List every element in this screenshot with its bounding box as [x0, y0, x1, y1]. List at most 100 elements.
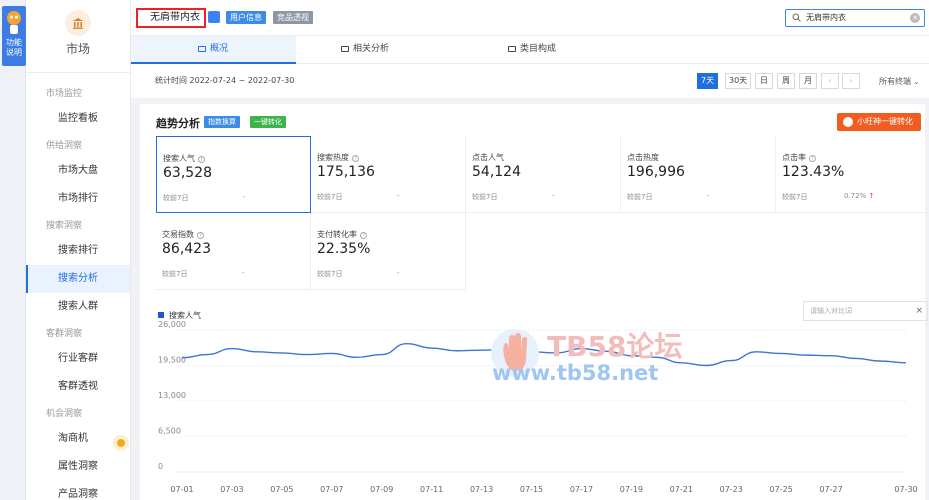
- metric-card-click-heat[interactable]: 点击热度 196,996 较前7日 -: [621, 136, 776, 213]
- sidebar-item-industry-customer[interactable]: 行业客群: [26, 345, 130, 373]
- help-icon[interactable]: ?: [360, 232, 367, 239]
- help-label-2: 说明: [6, 48, 22, 57]
- x-tick-label: 07-25: [770, 485, 793, 494]
- metric-card-search-heat[interactable]: 搜索热度? 175,136 较前7日 -: [311, 136, 466, 213]
- sidebar-item-monitor-board[interactable]: 监控看板: [26, 105, 130, 133]
- sidebar-item-product[interactable]: 产品洞察: [26, 481, 130, 500]
- help-icon[interactable]: ?: [197, 232, 204, 239]
- range-7d-button[interactable]: 7天: [697, 73, 719, 89]
- x-tick-label: 07-07: [320, 485, 343, 494]
- tab-related[interactable]: 相关分析: [341, 36, 389, 64]
- metric-label: 点击热度: [627, 152, 659, 163]
- competitor-tag[interactable]: 竞品透视: [273, 11, 313, 24]
- tab-label: 概况: [210, 44, 229, 54]
- x-tick-label: 07-23: [720, 485, 743, 494]
- sidebar-brand[interactable]: 市场: [26, 0, 130, 64]
- metric-label: 点击率?: [782, 152, 816, 163]
- trend-chart[interactable]: 0 6,500 13,000 19,500 26,000 07-01 07-03 07-05 0…: [140, 320, 925, 500]
- one-click-convert-tag[interactable]: 一键转化: [250, 116, 286, 128]
- metric-card-click-rate[interactable]: 点击率? 123.43% 较前7日 0.72% ↑: [776, 136, 925, 213]
- left-strip: 功能 说明: [0, 0, 26, 500]
- sidebar-item-market-rank[interactable]: 市场排行: [26, 185, 130, 213]
- metric-label-text: 交易指数: [162, 230, 194, 239]
- metric-card-trade-index[interactable]: 交易指数? 86,423 较前7日 -: [156, 213, 311, 290]
- metric-value: 86,423: [162, 241, 211, 257]
- section-opportunity: 机会洞察: [46, 409, 83, 419]
- help-label-1: 功能: [6, 38, 22, 47]
- sidebar: 市场 市场监控 监控看板 供给洞察 市场大盘 市场排行 搜索洞察 搜索排行 搜索…: [26, 0, 131, 500]
- help-button[interactable]: 功能 说明: [2, 6, 26, 66]
- compare-word-input[interactable]: 请输入对比词 ×: [803, 301, 928, 321]
- metric-compare-value: -: [397, 192, 400, 200]
- metric-compare-label: 较前7日: [627, 193, 653, 201]
- metric-compare-label: 较前7日: [317, 193, 343, 201]
- prev-button[interactable]: ‹: [821, 73, 839, 89]
- search-icon: [792, 13, 801, 22]
- metric-label-text: 搜索热度: [317, 153, 349, 162]
- app-root: 功能 说明 市场 市场监控 监控看板 供给洞察 市场大盘 市场排行 搜索洞察 搜…: [0, 0, 929, 500]
- close-icon[interactable]: ×: [915, 302, 923, 320]
- market-icon: [65, 10, 91, 36]
- metric-card-pay-conversion[interactable]: 支付转化率? 22.35% 较前7日 -: [311, 213, 466, 290]
- terminal-select[interactable]: 所有终端 ⌄: [879, 76, 919, 87]
- metric-value: 196,996: [627, 164, 685, 180]
- next-button[interactable]: ›: [842, 73, 860, 89]
- y-tick-label: 0: [158, 462, 163, 471]
- tab-category[interactable]: 类目构成: [508, 36, 556, 64]
- tab-icon: [508, 46, 516, 52]
- metric-card-search-popularity[interactable]: 搜索人气? 63,528 较前7日 -: [156, 136, 311, 213]
- metric-value: 54,124: [472, 164, 521, 180]
- range-day-button[interactable]: 日: [755, 73, 773, 89]
- metric-label-text: 搜索人气: [163, 154, 195, 163]
- x-tick-label: 07-09: [370, 485, 393, 494]
- x-tick-label: 07-17: [570, 485, 593, 494]
- metric-value: 123.43%: [782, 164, 845, 180]
- metric-label: 支付转化率?: [317, 229, 367, 240]
- help-icon[interactable]: ?: [198, 156, 205, 163]
- header-bar: 无肩带内衣 用户信息 竞品透视 无肩带内衣 ✕: [131, 0, 929, 36]
- tab-overview[interactable]: 概况: [198, 36, 228, 64]
- index-convert-tag[interactable]: 指数换算: [204, 116, 240, 128]
- keyword-box[interactable]: 无肩带内衣: [136, 8, 206, 28]
- user-info-tag[interactable]: 用户信息: [226, 11, 266, 24]
- range-week-button[interactable]: 周: [777, 73, 795, 89]
- orange-button-label: 小旺神一键转化: [857, 117, 913, 126]
- settings-icon[interactable]: [208, 11, 220, 23]
- xiaowang-convert-button[interactable]: 小旺神一键转化: [837, 113, 921, 131]
- metric-card-click-popularity[interactable]: 点击人气 54,124 较前7日 -: [466, 136, 621, 213]
- tab-icon: [341, 46, 349, 52]
- metric-compare-value: -: [707, 192, 710, 200]
- stat-time: 统计时间 2022-07-24 ~ 2022-07-30: [155, 76, 295, 85]
- x-tick-label: 07-13: [470, 485, 493, 494]
- series-line: [181, 342, 907, 367]
- metric-compare-label: 较前7日: [782, 193, 808, 201]
- sidebar-item-attribute[interactable]: 属性洞察: [26, 453, 130, 481]
- search-input[interactable]: 无肩带内衣 ✕: [785, 9, 925, 27]
- metric-value: 175,136: [317, 164, 375, 180]
- metric-compare-label: 较前7日: [317, 270, 343, 278]
- sidebar-item-market-overview[interactable]: 市场大盘: [26, 157, 130, 185]
- mascot-icon: [843, 117, 853, 127]
- range-month-button[interactable]: 月: [799, 73, 817, 89]
- metric-label-text: 点击率: [782, 153, 806, 162]
- tab-icon: [198, 46, 206, 52]
- metric-label-text: 点击热度: [627, 153, 659, 162]
- metric-compare-label: 较前7日: [162, 270, 188, 278]
- range-30d-button[interactable]: 30天: [725, 73, 752, 89]
- section-customer: 客群洞察: [46, 329, 83, 339]
- section-market-monitor: 市场监控: [46, 89, 83, 99]
- trend-card: 趋势分析 指数换算 一键转化 小旺神一键转化 搜索人气? 63,528 较前7日…: [140, 104, 928, 500]
- clear-icon[interactable]: ✕: [910, 13, 920, 23]
- help-icon[interactable]: ?: [352, 155, 359, 162]
- mascot-icon: [7, 11, 21, 34]
- sun-icon[interactable]: [112, 434, 130, 452]
- metric-value: 63,528: [163, 165, 212, 181]
- help-icon[interactable]: ?: [809, 155, 816, 162]
- sidebar-item-search-crowd[interactable]: 搜索人群: [26, 293, 130, 321]
- arrow-up-icon: ↑: [868, 192, 875, 200]
- sidebar-item-search-rank[interactable]: 搜索排行: [26, 237, 130, 265]
- tab-bar: 概况 相关分析 类目构成: [131, 36, 929, 64]
- sidebar-item-search-analysis[interactable]: 搜索分析: [26, 265, 130, 293]
- x-tick-label: 07-03: [220, 485, 243, 494]
- sidebar-item-customer-insight[interactable]: 客群透视: [26, 373, 130, 401]
